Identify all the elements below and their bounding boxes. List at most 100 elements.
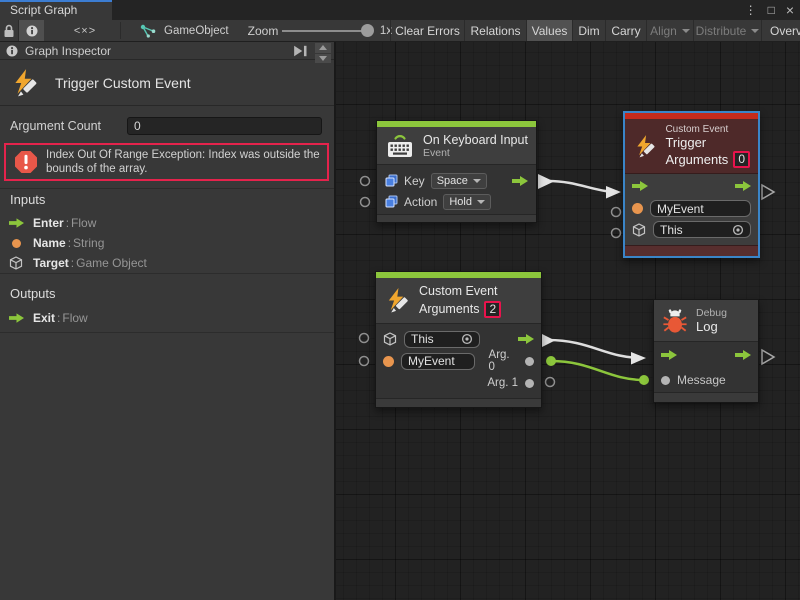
- node-footer: [377, 214, 536, 222]
- arg1-output-port[interactable]: [525, 379, 534, 388]
- zoom-slider-handle[interactable]: [361, 24, 374, 37]
- game-object-cube-icon: [383, 332, 397, 346]
- flow-output-arrow-icon[interactable]: [735, 350, 751, 360]
- align-dropdown[interactable]: Align: [646, 20, 693, 41]
- lock-icon: [3, 24, 15, 38]
- action-value: Hold: [449, 196, 472, 208]
- arguments-label: Arguments: [665, 152, 728, 168]
- dim-button[interactable]: Dim: [572, 20, 605, 41]
- node-trigger-custom-event[interactable]: Custom Event Trigger Arguments 0 MyEvent: [623, 111, 760, 258]
- target-value: This: [411, 332, 434, 346]
- flow-output-arrow-icon[interactable]: [512, 176, 528, 186]
- arg1-label: Arg. 1: [487, 377, 518, 389]
- graph-inspector-header: Graph Inspector: [0, 42, 334, 60]
- window-menu-icon[interactable]: ⋮: [745, 3, 757, 17]
- node-category: Debug: [696, 307, 727, 319]
- graph-inspector-panel: Graph Inspector Trigger Custom Event Arg…: [0, 42, 336, 600]
- window-titlebar: Script Graph ⋮ □ ×: [0, 0, 800, 20]
- node-on-keyboard-input[interactable]: On Keyboard Input Event Key Space: [376, 120, 537, 223]
- align-label: Align: [650, 24, 677, 38]
- message-row: Message: [654, 368, 758, 392]
- target-input[interactable]: This: [404, 331, 480, 348]
- zoom-label: Zoom: [245, 20, 281, 41]
- arguments-count-badge[interactable]: 2: [484, 301, 501, 318]
- error-octagon-icon: [14, 150, 38, 174]
- flow-output-arrow-icon[interactable]: [735, 181, 751, 191]
- flow-arrow-icon: [8, 218, 24, 228]
- clear-errors-button[interactable]: Clear Errors: [390, 20, 464, 41]
- arg0-output-port[interactable]: [525, 357, 534, 366]
- game-object-cube-icon: [632, 223, 646, 237]
- action-dropdown[interactable]: Hold: [443, 194, 491, 210]
- flow-input-arrow-icon[interactable]: [632, 181, 648, 191]
- node-title: Trigger: [665, 135, 750, 151]
- string-dot-icon: [8, 239, 24, 248]
- input-pin-name: Name:String: [8, 234, 326, 252]
- target-input[interactable]: This: [653, 221, 751, 238]
- node-title: Custom Event: [419, 283, 501, 301]
- target-gameobject-label: GameObject: [164, 25, 229, 37]
- info-icon: [26, 25, 38, 37]
- node-footer: [625, 245, 758, 256]
- node-custom-event[interactable]: Custom Event Arguments 2 This: [375, 271, 542, 408]
- window-close-icon[interactable]: ×: [786, 2, 794, 18]
- action-label: Action: [404, 195, 437, 209]
- custom-event-bolt-pencil-icon: [384, 287, 411, 314]
- key-dropdown[interactable]: Space: [431, 173, 487, 189]
- code-view-button[interactable]: <×>: [62, 20, 108, 41]
- arguments-count-badge[interactable]: 0: [733, 151, 750, 168]
- chevron-down-icon: [682, 29, 690, 33]
- window-maximize-icon[interactable]: □: [768, 3, 775, 17]
- inputs-header: Inputs: [10, 192, 45, 207]
- event-name-input[interactable]: MyEvent: [401, 353, 475, 370]
- flow-row: [625, 174, 758, 198]
- object-picker-icon[interactable]: [732, 224, 744, 236]
- zoom-slider-track[interactable]: [282, 30, 366, 32]
- chevron-down-icon: [473, 179, 481, 183]
- stepper-up-icon[interactable]: [315, 43, 331, 53]
- distribute-label: Distribute: [696, 24, 747, 38]
- action-row: Action Hold: [377, 191, 536, 212]
- overview-button[interactable]: Overview: [761, 20, 800, 41]
- page-title: Trigger Custom Event: [55, 75, 191, 91]
- message-label: Message: [677, 373, 726, 387]
- input-pin-enter: Enter:Flow: [8, 214, 326, 232]
- event-name-input[interactable]: MyEvent: [650, 200, 751, 217]
- game-object-cube-icon: [8, 256, 24, 270]
- chevron-down-icon: [477, 200, 485, 204]
- inspector-toggle-button[interactable]: [18, 20, 44, 41]
- target-row: This: [376, 328, 541, 350]
- node-footer: [376, 398, 541, 407]
- flow-arrow-icon: [8, 313, 24, 323]
- node-debug-log[interactable]: Debug Log Message: [653, 299, 759, 403]
- node-footer: [654, 392, 758, 402]
- enum-windows-icon: [385, 195, 398, 208]
- dock-panel-icon[interactable]: [293, 45, 308, 57]
- string-dot-icon: [383, 356, 394, 367]
- object-picker-icon[interactable]: [461, 333, 473, 345]
- argument-count-input[interactable]: 0: [127, 117, 322, 135]
- flow-row: [654, 342, 758, 368]
- relations-button[interactable]: Relations: [464, 20, 526, 41]
- input-pin-target: Target:Game Object: [8, 254, 326, 272]
- custom-event-bolt-pencil-icon: [633, 133, 657, 160]
- values-button[interactable]: Values: [526, 20, 572, 41]
- tab-script-graph[interactable]: Script Graph: [0, 0, 112, 20]
- output-pin-exit: Exit:Flow: [8, 309, 326, 327]
- key-row: Key Space: [377, 170, 536, 191]
- carry-button[interactable]: Carry: [605, 20, 646, 41]
- script-graph-window: Script Graph ⋮ □ × <×>: [0, 0, 800, 600]
- argument-count-label: Argument Count: [10, 119, 127, 133]
- target-row: This: [625, 219, 758, 240]
- flow-output-arrow-icon[interactable]: [518, 334, 534, 344]
- node-title: On Keyboard Input: [423, 133, 528, 147]
- distribute-dropdown[interactable]: Distribute: [693, 20, 761, 41]
- lock-button[interactable]: [0, 20, 18, 41]
- message-input-port[interactable]: [661, 376, 670, 385]
- arg0-label: Arg. 0: [489, 349, 518, 373]
- node-subtitle: Event: [423, 147, 528, 159]
- key-label: Key: [404, 174, 425, 188]
- flow-input-arrow-icon[interactable]: [661, 350, 677, 360]
- event-name-row: MyEvent: [625, 198, 758, 219]
- node-title: Log: [696, 319, 727, 334]
